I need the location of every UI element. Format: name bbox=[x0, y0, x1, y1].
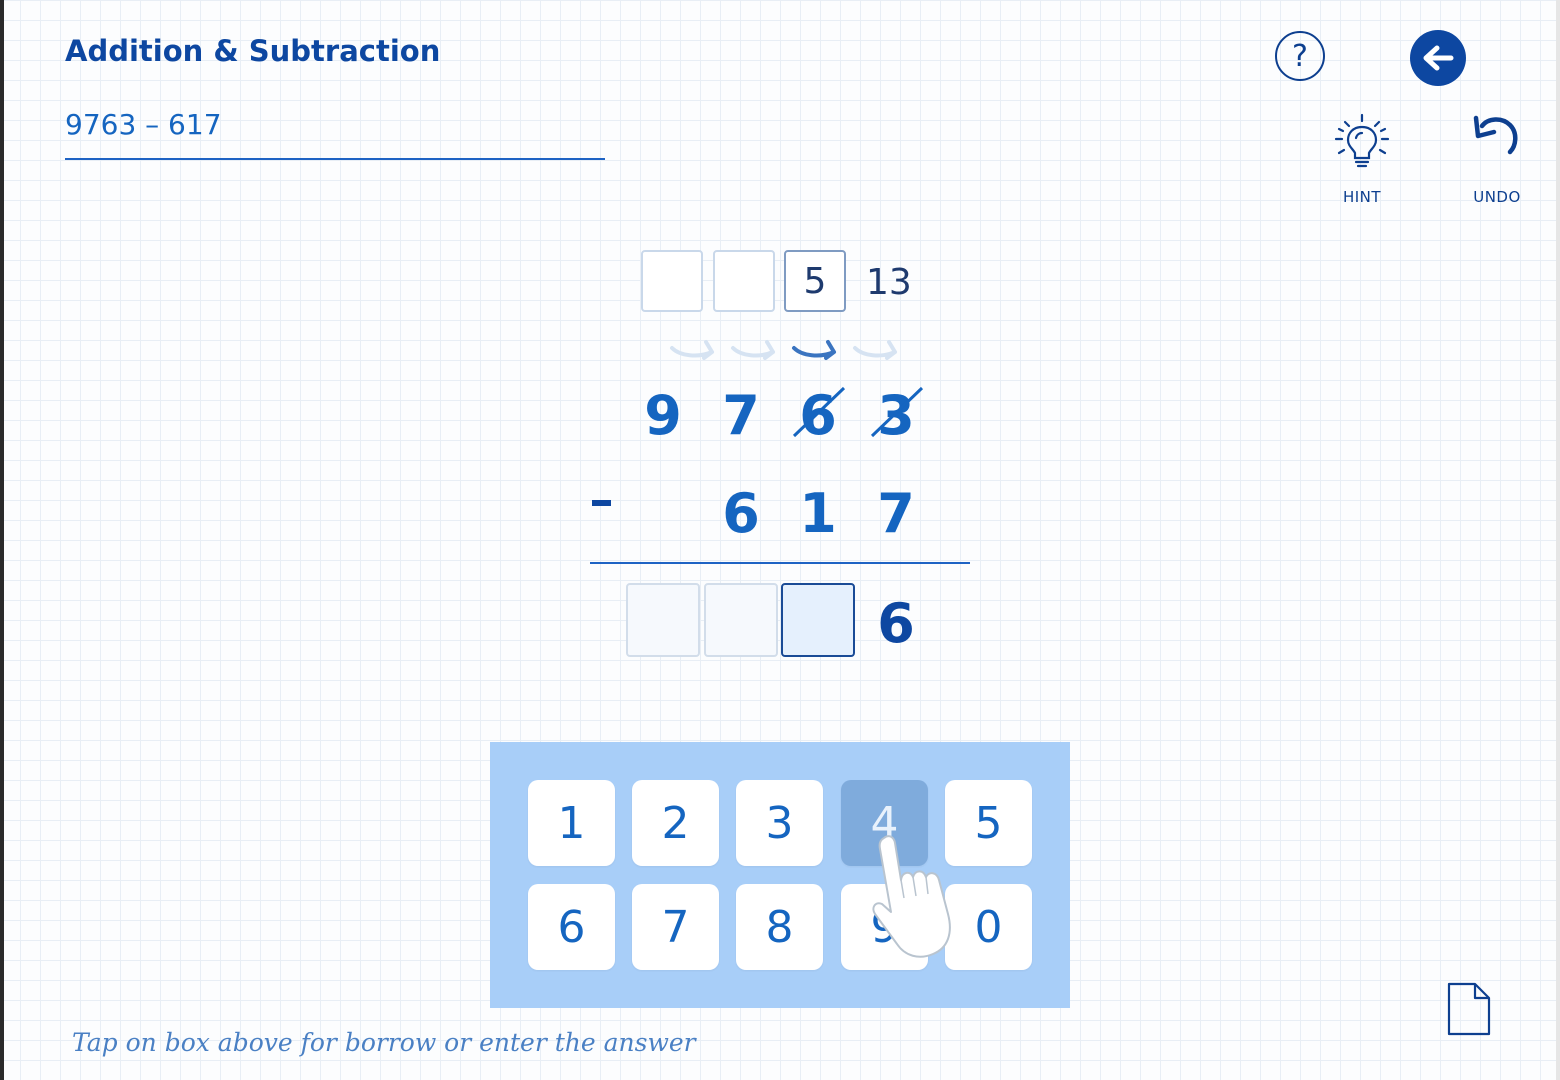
arrow-left-icon bbox=[1423, 45, 1454, 71]
key-0[interactable]: 0 bbox=[945, 884, 1032, 970]
back-button[interactable] bbox=[1410, 30, 1466, 86]
borrow-box-thousands[interactable] bbox=[641, 250, 703, 312]
minuend-digit-hundreds: 7 bbox=[722, 384, 760, 447]
answer-box-hundreds[interactable] bbox=[704, 583, 778, 657]
problem-underline bbox=[65, 158, 605, 160]
undo-icon bbox=[1473, 115, 1518, 155]
answer-digit-ones: 6 bbox=[877, 592, 915, 655]
instruction-text: Tap on box above for borrow or enter the… bbox=[72, 1028, 696, 1057]
borrow-arrow-icon bbox=[731, 340, 775, 360]
borrow-arrow-active-icon bbox=[792, 340, 836, 360]
number-keypad: 1 2 3 4 5 6 7 8 9 0 bbox=[490, 742, 1070, 1008]
key-7[interactable]: 7 bbox=[632, 884, 719, 970]
subtrahend-digit-tens: 1 bbox=[799, 482, 837, 545]
subtrahend-digit-hundreds: 6 bbox=[722, 482, 760, 545]
page-title: Addition & Subtraction bbox=[65, 34, 441, 68]
key-1[interactable]: 1 bbox=[528, 780, 615, 866]
answer-box-thousands[interactable] bbox=[626, 583, 700, 657]
undo-button[interactable]: UNDO bbox=[1452, 112, 1542, 206]
hint-button[interactable]: HINT bbox=[1317, 112, 1407, 206]
borrow-box-tens[interactable]: 5 bbox=[784, 250, 846, 312]
problem-expression: 9763 – 617 bbox=[65, 108, 222, 141]
key-3[interactable]: 3 bbox=[736, 780, 823, 866]
borrow-arrow-icon bbox=[670, 340, 714, 360]
key-2[interactable]: 2 bbox=[632, 780, 719, 866]
borrow-arrow-icon bbox=[853, 340, 897, 360]
key-6[interactable]: 6 bbox=[528, 884, 615, 970]
subtrahend-digit-ones: 7 bbox=[877, 482, 915, 545]
borrow-value-ones: 13 bbox=[866, 262, 912, 303]
lightbulb-icon bbox=[1334, 113, 1390, 168]
strike-mark-tens bbox=[792, 386, 846, 438]
right-edge bbox=[1556, 0, 1560, 1080]
minus-operator bbox=[592, 500, 611, 506]
undo-label: UNDO bbox=[1473, 188, 1521, 206]
borrow-box-hundreds[interactable] bbox=[713, 250, 775, 312]
minuend-digit-thousands: 9 bbox=[644, 384, 682, 447]
key-8[interactable]: 8 bbox=[736, 884, 823, 970]
pointing-hand-icon bbox=[872, 835, 951, 958]
left-edge bbox=[0, 0, 4, 1080]
sum-rule bbox=[590, 562, 970, 564]
hint-label: HINT bbox=[1342, 188, 1382, 206]
help-button[interactable]: ? bbox=[1275, 31, 1325, 81]
answer-box-tens[interactable] bbox=[781, 583, 855, 657]
question-mark-icon: ? bbox=[1292, 38, 1308, 74]
key-5[interactable]: 5 bbox=[945, 780, 1032, 866]
strike-mark-ones bbox=[870, 386, 924, 438]
document-icon[interactable] bbox=[1447, 982, 1491, 1036]
